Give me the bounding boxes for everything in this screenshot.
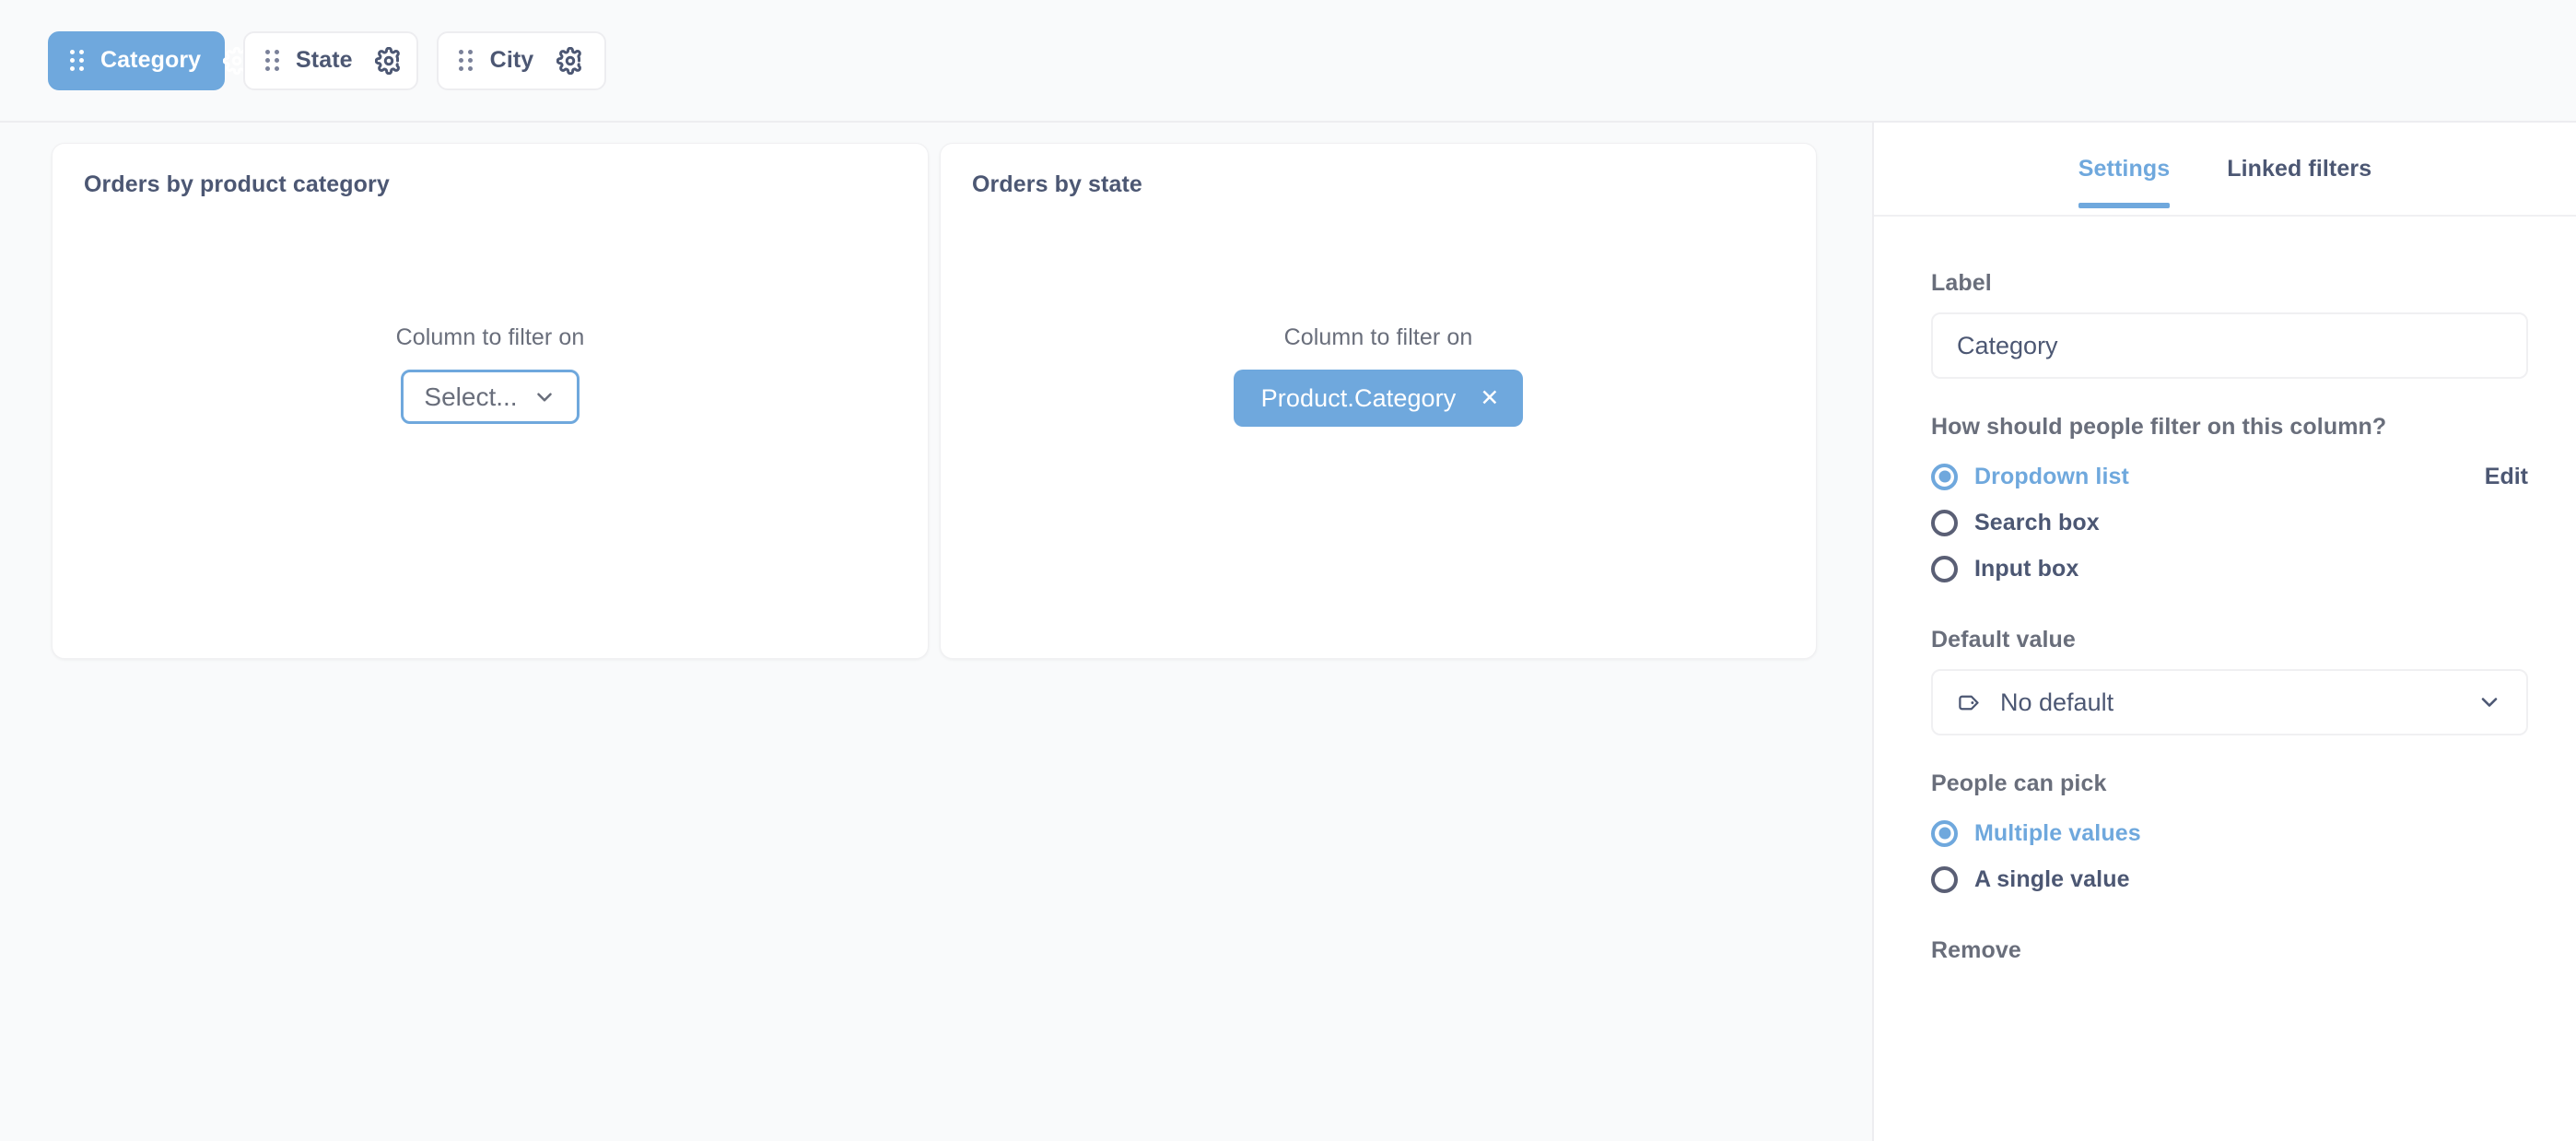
- column-select-button[interactable]: Select...: [401, 370, 580, 424]
- editor-body: Orders by product category Column to fil…: [0, 123, 2576, 1141]
- radio-label: Multiple values: [1974, 819, 2141, 846]
- radio-label: Dropdown list: [1974, 463, 2129, 489]
- dashboard-card-orders-by-state[interactable]: Orders by state Column to filter on Prod…: [940, 143, 1817, 659]
- radio-button-icon[interactable]: [1931, 819, 1958, 847]
- tab-linked-filters[interactable]: Linked filters: [2227, 156, 2371, 208]
- drag-handle-icon[interactable]: [459, 50, 473, 71]
- sidebar-tabs: Settings Linked filters: [1874, 123, 2576, 217]
- filter-pill-city[interactable]: City: [437, 30, 606, 90]
- filter-editor-app: Category State City Orders by product ca…: [0, 0, 2576, 1141]
- drag-handle-icon[interactable]: [265, 50, 279, 71]
- filter-toolbar: Category State City: [0, 0, 2576, 123]
- filter-pill-label: Category: [100, 47, 202, 73]
- filter-pill-state[interactable]: State: [243, 30, 418, 90]
- label-input[interactable]: Category: [1931, 312, 2528, 379]
- dashboard-canvas: Orders by product category Column to fil…: [0, 123, 1872, 1141]
- people-can-pick-label: People can pick: [1931, 770, 2107, 796]
- radio-label: Input box: [1974, 555, 2079, 582]
- radio-button-icon[interactable]: [1931, 509, 1958, 536]
- radio-button-icon[interactable]: [1931, 555, 1958, 582]
- default-value-select[interactable]: No default: [1931, 669, 2528, 735]
- card-title: Orders by state: [972, 171, 1142, 197]
- label-field-label: Label: [1931, 270, 1992, 296]
- card-filter-mapping: Column to filter on Product.Category ✕: [941, 324, 1816, 427]
- dashboard-card-orders-by-product-category[interactable]: Orders by product category Column to fil…: [52, 143, 929, 659]
- people-can-pick-section: People can pick Multiple values A single…: [1931, 770, 2528, 902]
- chevron-down-icon: [533, 385, 556, 409]
- default-value-text: No default: [2000, 688, 2114, 716]
- filter-pill-label: State: [296, 47, 353, 73]
- mapped-column-value: Product.Category: [1260, 383, 1457, 412]
- label-section: Label Category: [1931, 270, 2528, 379]
- column-select-value: Select...: [424, 382, 518, 411]
- card-title: Orders by product category: [84, 171, 390, 197]
- default-value-label: Default value: [1931, 627, 2076, 653]
- tag-icon: [1957, 690, 1982, 715]
- tab-settings[interactable]: Settings: [2078, 156, 2171, 208]
- gear-icon[interactable]: [374, 46, 403, 75]
- radio-label: A single value: [1974, 865, 2130, 892]
- radio-single-value[interactable]: A single value: [1931, 856, 2528, 902]
- filter-type-question: How should people filter on this column?: [1931, 414, 2387, 440]
- column-to-filter-label: Column to filter on: [1283, 324, 1473, 350]
- edit-link[interactable]: Edit: [2485, 464, 2528, 490]
- mapped-column-chip[interactable]: Product.Category ✕: [1233, 370, 1524, 427]
- close-icon[interactable]: ✕: [1480, 386, 1499, 410]
- radio-button-icon[interactable]: [1931, 865, 1958, 893]
- remove-filter-label[interactable]: Remove: [1931, 937, 2528, 964]
- radio-multiple-values[interactable]: Multiple values: [1931, 810, 2528, 856]
- radio-dropdown-list[interactable]: Dropdown list Edit: [1931, 453, 2528, 500]
- radio-search-box[interactable]: Search box: [1931, 500, 2528, 546]
- filter-settings-sidebar: Settings Linked filters Label Category H…: [1872, 123, 2576, 1141]
- radio-label: Search box: [1974, 509, 2100, 535]
- column-to-filter-label: Column to filter on: [395, 324, 585, 350]
- gear-icon[interactable]: [556, 46, 584, 75]
- default-value-section: Default value No default: [1931, 627, 2528, 735]
- filter-type-section: How should people filter on this column?…: [1931, 414, 2528, 592]
- radio-input-box[interactable]: Input box: [1931, 546, 2528, 592]
- filter-pill-label: City: [489, 47, 534, 73]
- radio-button-icon[interactable]: [1931, 463, 1958, 490]
- settings-panel: Label Category How should people filter …: [1874, 217, 2576, 964]
- chevron-down-icon: [2476, 689, 2502, 715]
- drag-handle-icon[interactable]: [70, 50, 84, 71]
- filter-pill-category[interactable]: Category: [48, 30, 249, 90]
- card-filter-mapping: Column to filter on Select...: [53, 324, 928, 424]
